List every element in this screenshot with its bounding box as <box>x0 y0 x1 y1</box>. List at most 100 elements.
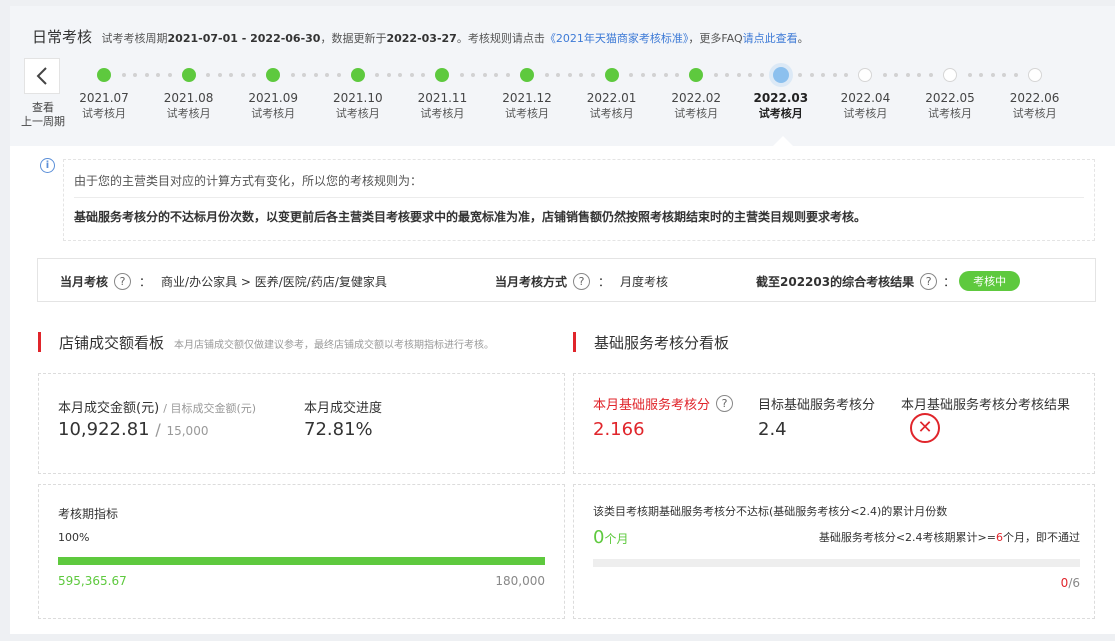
sales-section-title: 店铺成交额看板 <box>59 334 165 352</box>
timeline-dot[interactable] <box>689 68 704 82</box>
page: 日常考核 试考考核周期2021-07-01 - 2022-06-30，数据更新于… <box>10 6 1115 634</box>
timeline-dot[interactable] <box>943 68 957 82</box>
section-accent <box>38 332 41 352</box>
fail-x-icon: ✕ <box>910 413 940 443</box>
timeline-dot[interactable] <box>435 68 450 82</box>
notice-line1: 由于您的主营类目对应的计算方式有变化，所以您的考核规则为： <box>74 174 423 188</box>
timeline-connector-dot <box>675 73 680 77</box>
timeline-connector-dot <box>313 73 318 77</box>
amount-value: 10,922.81 <box>58 419 150 440</box>
timeline-connector-dot <box>375 73 380 77</box>
timeline-connector-dot <box>567 73 572 77</box>
timeline-dot[interactable] <box>97 68 111 82</box>
fail-ratio: 0/6 <box>1061 576 1080 590</box>
timeline-connector-dot <box>640 73 645 77</box>
timeline-status-label: 试考核月 <box>758 107 803 120</box>
current-month-pointer <box>773 136 793 146</box>
timeline-bar: 日常考核 试考考核周期2021-07-01 - 2022-06-30，数据更新于… <box>10 6 1115 146</box>
chevron-left-icon <box>36 67 47 85</box>
timeline-dot[interactable] <box>772 67 789 83</box>
timeline-connector-dot <box>928 73 933 77</box>
previous-period-button[interactable] <box>24 58 60 94</box>
timeline-connector-dot <box>917 73 922 77</box>
timeline-month-2022.03[interactable]: 2022.03 试考核月 <box>746 90 816 122</box>
timeline-dot[interactable] <box>1027 68 1042 82</box>
timeline-connector-dot <box>990 73 995 77</box>
timeline-month-2021.07[interactable]: 2021.07 试考核月 <box>69 90 139 122</box>
help-icon[interactable]: ? <box>920 272 938 290</box>
score-label-group: 本月基础服务考核分 ? <box>593 394 734 413</box>
timeline-month-2022.02[interactable]: 2022.02 试考核月 <box>661 90 731 122</box>
timeline-month-2021.09[interactable]: 2021.09 试考核月 <box>238 90 308 122</box>
timeline-month-2022.01[interactable]: 2022.01 试考核月 <box>577 90 647 122</box>
timeline-month-2022.06[interactable]: 2022.06 试考核月 <box>1000 90 1070 122</box>
timeline-connector-dot <box>240 73 245 77</box>
update-date: 2022-03-27 <box>386 32 457 45</box>
result-item: 截至202203的综合考核结果 ? ： 考核中 <box>756 271 1021 291</box>
timeline-connector-dot <box>421 73 426 77</box>
timeline-month-label: 2022.02 <box>671 91 721 105</box>
timeline-connector-dot <box>494 73 499 77</box>
timeline-connector-dot <box>325 73 330 77</box>
timeline-dot[interactable] <box>350 68 365 82</box>
timeline-dot[interactable] <box>858 68 873 82</box>
status-badge: 考核中 <box>959 271 1021 291</box>
faq-link[interactable]: 请点此查看 <box>743 32 798 45</box>
month-assess-label: 当月考核 <box>60 275 109 289</box>
timeline-status-label: 试考核月 <box>420 107 465 120</box>
timeline-connector-dot <box>809 73 814 77</box>
timeline-dot[interactable] <box>266 68 281 82</box>
timeline-connector-dot <box>832 73 837 77</box>
timeline-connector-dot <box>229 73 234 77</box>
target-score-label: 目标基础服务考核分 <box>758 398 876 413</box>
help-icon[interactable]: ? <box>716 395 734 412</box>
fail-rule: 基础服务考核分<2.4考核期累计>=6个月，即不通过 <box>819 529 1080 545</box>
timeline-connector-dot <box>882 73 887 77</box>
fail-rule-suffix: 个月，即不通过 <box>1003 531 1080 544</box>
section-accent <box>573 332 576 352</box>
timeline-month-label: 2021.08 <box>163 91 214 105</box>
timeline-month-2022.04[interactable]: 2022.04 试考核月 <box>830 90 900 122</box>
timeline-connector-dot <box>748 73 753 77</box>
colon: ： <box>943 274 956 289</box>
rule-link[interactable]: 《2021年天猫商家考核标准》 <box>545 32 689 45</box>
sales-section-hint: 本月店铺成交额仅做建议参考，最终店铺成交额以考核期指标进行考核。 <box>174 340 495 351</box>
rule-notice: 由于您的主营类目对应的计算方式有变化，所以您的考核规则为： 基础服务考核分的不达… <box>63 159 1095 241</box>
timeline-month-label: 2021.11 <box>417 91 468 105</box>
timeline-connector-dot <box>471 73 476 77</box>
timeline-month-2021.11[interactable]: 2021.11 试考核月 <box>407 90 477 122</box>
timeline-month-label: 2022.03 <box>753 91 809 105</box>
update-prefix: ，数据更新于 <box>320 32 387 45</box>
timeline-connector-dot <box>459 73 464 77</box>
period-value: 595,365.67 <box>58 574 127 588</box>
timeline-connector-dot <box>290 73 295 77</box>
timeline-connector-dot <box>217 73 222 77</box>
score-result-label: 本月基础服务考核分考核结果 <box>901 398 1071 413</box>
timeline-connector-dot <box>579 73 583 77</box>
help-icon[interactable]: ? <box>573 273 591 290</box>
previous-period-label[interactable]: 查看 上一周期 <box>18 101 68 129</box>
help-icon[interactable]: ? <box>114 273 132 290</box>
timeline-connector-dot <box>629 73 634 77</box>
method-value: 月度考核 <box>620 275 669 289</box>
timeline-month-2021.10[interactable]: 2021.10 试考核月 <box>323 90 393 122</box>
notice-line2: 基础服务考核分的不达标月份次数，以变更前后各主营类目考核要求中的最宽标准为准，店… <box>74 210 867 224</box>
timeline-connector-dot <box>167 73 172 77</box>
timeline-dot[interactable] <box>604 68 619 82</box>
timeline-connector-dot <box>759 73 764 77</box>
service-month-card <box>573 373 1095 474</box>
timeline-month-2021.12[interactable]: 2021.12 试考核月 <box>492 90 562 122</box>
fail-count-value: 0 <box>593 527 605 548</box>
timeline-connector-dot <box>905 73 910 77</box>
timeline-month-2022.05[interactable]: 2022.05 试考核月 <box>915 90 985 122</box>
timeline-month-2021.08[interactable]: 2021.08 试考核月 <box>154 90 224 122</box>
fail-count-title: 该类目考核期基础服务考核分不达标(基础服务考核分<2.4)的累计月份数 <box>593 505 948 518</box>
timeline-month-label: 2022.05 <box>925 91 975 105</box>
timeline-dot[interactable] <box>520 68 534 82</box>
info-icon: i <box>40 158 55 173</box>
timeline-dot[interactable] <box>181 68 196 82</box>
page-title: 日常考核 <box>32 28 93 46</box>
timeline-connector-dot <box>336 73 341 77</box>
category-value: 商业/办公家具 > 医养/医院/药店/复健家具 <box>161 275 387 289</box>
amount-label-group: 本月成交金额(元) / 目标成交金额(元) <box>58 397 256 416</box>
